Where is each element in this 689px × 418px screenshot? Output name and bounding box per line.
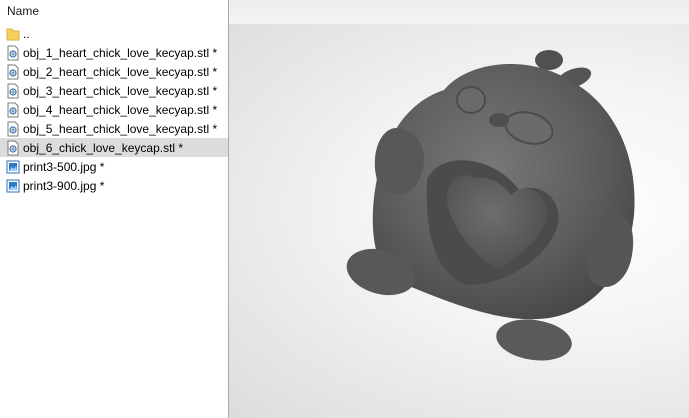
file-list-item[interactable]: print3-500.jpg *	[0, 157, 228, 176]
file-list: .. obj_1_heart_chick_love_kecyap.stl * obj…	[0, 24, 228, 195]
image-file-icon	[6, 159, 20, 175]
stl-file-icon	[6, 64, 20, 80]
file-name-label: obj_5_heart_chick_love_kecyap.stl *	[23, 121, 218, 136]
file-name-label: obj_1_heart_chick_love_kecyap.stl *	[23, 45, 218, 60]
stl-file-icon	[6, 140, 20, 156]
stl-file-icon	[6, 45, 20, 61]
file-list-item[interactable]: obj_5_heart_chick_love_kecyap.stl *	[0, 119, 228, 138]
stl-file-icon	[6, 102, 20, 118]
chick-keycap-model	[346, 50, 635, 361]
file-list-item[interactable]: obj_2_heart_chick_love_kecyap.stl *	[0, 62, 228, 81]
image-file-icon	[6, 178, 20, 194]
file-name-label: obj_3_heart_chick_love_kecyap.stl *	[23, 83, 218, 98]
file-list-item[interactable]: obj_4_heart_chick_love_kecyap.stl *	[0, 100, 228, 119]
stl-file-icon	[6, 121, 20, 137]
file-name-label: print3-500.jpg *	[23, 159, 105, 174]
file-list-item[interactable]: obj_6_chick_love_keycap.stl *	[0, 138, 228, 157]
file-list-item[interactable]: ..	[0, 24, 228, 43]
stl-file-icon	[6, 83, 20, 99]
right-foot	[496, 319, 572, 361]
beak	[489, 113, 509, 127]
file-name-label: obj_4_heart_chick_love_kecyap.stl *	[23, 102, 218, 117]
3d-preview-viewer[interactable]	[229, 0, 689, 418]
file-name-label: print3-900.jpg *	[23, 178, 105, 193]
folder-icon	[6, 26, 20, 42]
left-eye	[456, 86, 486, 114]
file-name-label: obj_6_chick_love_keycap.stl *	[23, 140, 184, 155]
file-list-item[interactable]: print3-900.jpg *	[0, 176, 228, 195]
file-list-item[interactable]: obj_3_heart_chick_love_kecyap.stl *	[0, 81, 228, 100]
file-explorer-panel: Name .. obj_1_heart_chick_love_kecyap.stl…	[0, 0, 229, 418]
file-name-label: ..	[23, 26, 30, 41]
file-list-item[interactable]: obj_1_heart_chick_love_kecyap.stl *	[0, 43, 228, 62]
file-name-label: obj_2_heart_chick_love_kecyap.stl *	[23, 64, 218, 79]
name-column-header[interactable]: Name	[0, 0, 228, 24]
